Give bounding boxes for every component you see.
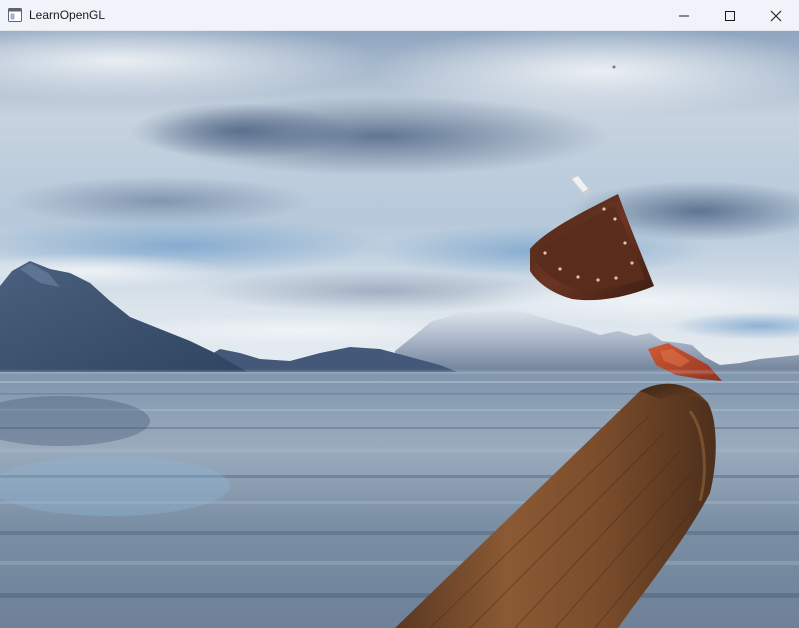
close-icon xyxy=(770,10,782,21)
minimize-button[interactable] xyxy=(661,0,707,31)
app-window-icon xyxy=(8,8,22,22)
rendered-scene xyxy=(0,31,799,628)
title-bar[interactable]: LearnOpenGL xyxy=(0,0,799,31)
app-window: LearnOpenGL xyxy=(0,0,799,628)
window-title: LearnOpenGL xyxy=(29,8,106,22)
minimize-icon xyxy=(679,15,689,16)
opengl-render-viewport[interactable] xyxy=(0,31,799,628)
maximize-button[interactable] xyxy=(707,0,753,31)
maximize-icon xyxy=(725,10,735,21)
close-button[interactable] xyxy=(753,0,799,31)
